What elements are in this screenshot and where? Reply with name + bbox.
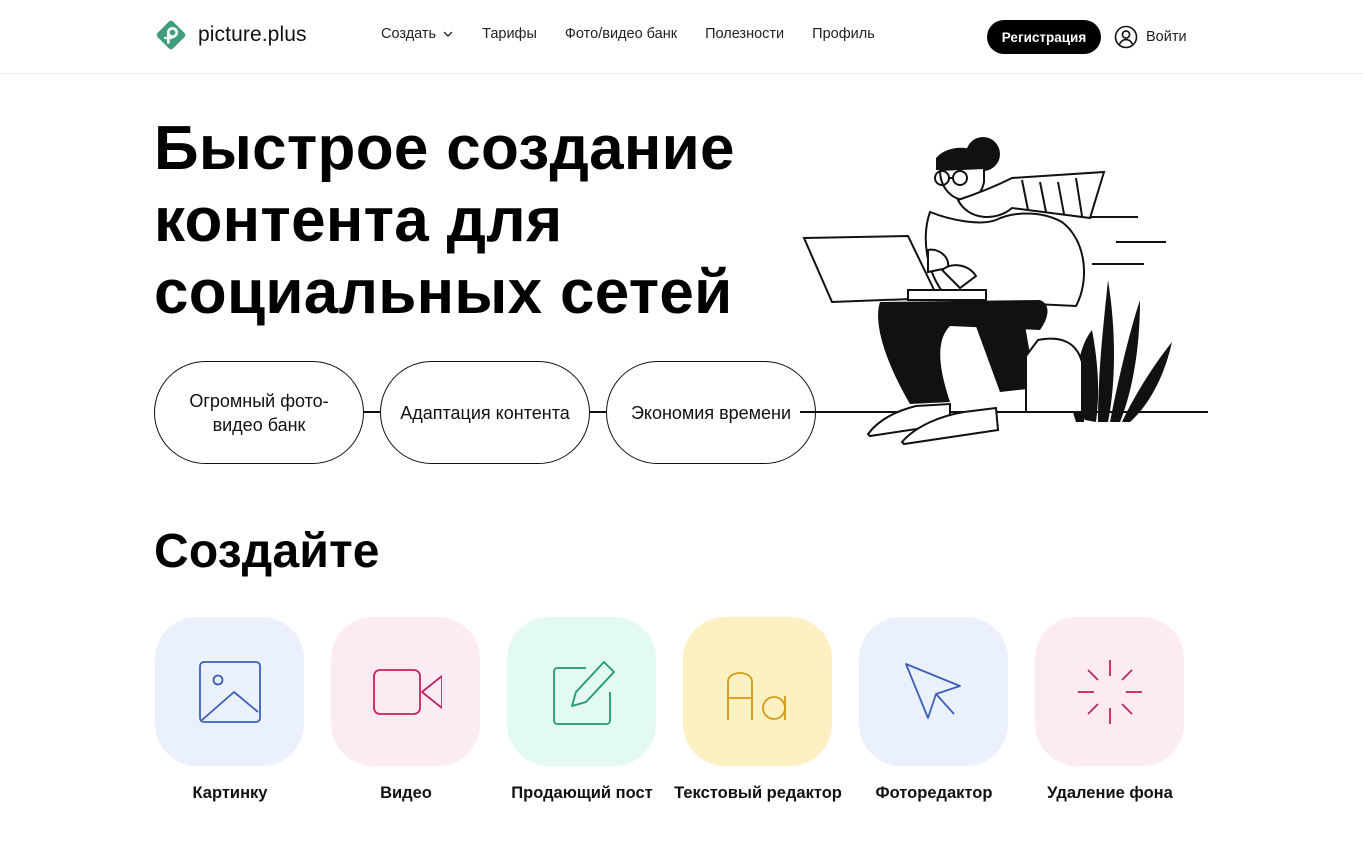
text-icon [726, 671, 786, 720]
tool-tile-background-removal[interactable] [1035, 617, 1184, 766]
image-icon [198, 660, 261, 723]
tool-label-text-editor[interactable]: Текстовый редактор [670, 783, 846, 804]
tool-tile-image[interactable] [155, 617, 304, 766]
tool-label-background-removal[interactable]: Удаление фона [1022, 783, 1198, 804]
main-nav: Создать Тарифы Фото/видео банк Полезност… [381, 26, 875, 42]
user-icon [1114, 25, 1138, 49]
video-camera-icon [372, 668, 442, 715]
register-button[interactable]: Регистрация [987, 20, 1101, 54]
sparkle-icon [1077, 659, 1142, 724]
nav-create-label: Создать [381, 26, 437, 42]
site-header: picture.plus Создать Тарифы Фото/видео б… [0, 0, 1363, 74]
login-label: Войти [1146, 29, 1187, 45]
tool-tile-selling-post[interactable] [507, 617, 656, 766]
logo-icon [156, 20, 186, 50]
login-button[interactable]: Войти [1114, 25, 1187, 49]
tool-tile-text-editor[interactable] [683, 617, 832, 766]
tool-label-photo-editor[interactable]: Фоторедактор [846, 783, 1022, 804]
hero-illustration [800, 137, 1208, 446]
nav-pricing[interactable]: Тарифы [482, 26, 537, 42]
edit-icon [552, 660, 615, 725]
tool-label-image[interactable]: Картинку [142, 783, 318, 804]
nav-useful[interactable]: Полезности [705, 26, 784, 42]
logo[interactable]: picture.plus [153, 17, 307, 53]
feature-pill-time-saving: Экономия времени [606, 361, 816, 464]
hero-title: Быстрое создание контента для социальных… [154, 114, 735, 327]
tool-label-video[interactable]: Видео [318, 783, 494, 804]
tool-label-selling-post[interactable]: Продающий пост [494, 783, 670, 804]
feature-pill-adaptation: Адаптация контента [380, 361, 590, 464]
tool-tile-video[interactable] [331, 617, 480, 766]
logo-text: picture.plus [198, 23, 307, 46]
chevron-down-icon [443, 31, 453, 37]
nav-profile[interactable]: Профиль [812, 26, 875, 42]
nav-media-bank[interactable]: Фото/видео банк [565, 26, 677, 42]
nav-create[interactable]: Создать [381, 26, 454, 42]
tool-tile-photo-editor[interactable] [859, 617, 1008, 766]
cursor-icon [904, 662, 961, 719]
feature-pill-media-bank: Огромный фото-видео банк [154, 361, 364, 464]
create-section-title: Создайте [154, 525, 380, 578]
